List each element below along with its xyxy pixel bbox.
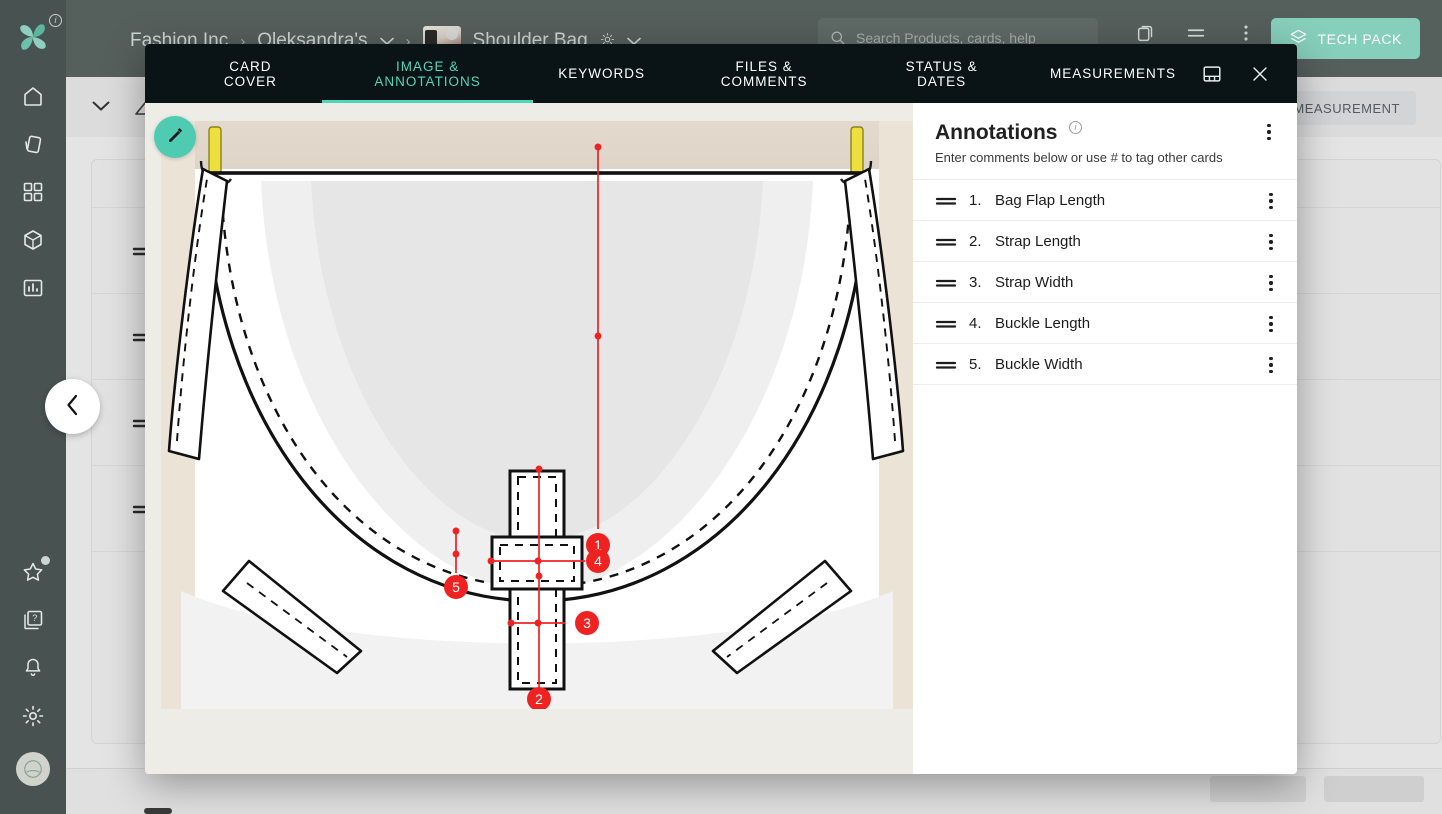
list-icon[interactable] bbox=[1185, 22, 1207, 44]
drag-handle-icon[interactable] bbox=[935, 358, 957, 370]
annotations-menu-button[interactable] bbox=[1259, 121, 1279, 143]
sidebar-item-cards[interactable] bbox=[21, 132, 45, 156]
drag-handle-icon[interactable] bbox=[935, 235, 957, 247]
svg-text:3: 3 bbox=[583, 615, 591, 631]
close-icon[interactable] bbox=[1249, 63, 1271, 85]
tab-keywords[interactable]: KEYWORDS bbox=[533, 44, 670, 103]
modal-body: 1 2 3 4 5 Annotations i Enter comments b… bbox=[145, 103, 1297, 774]
tab-measurements[interactable]: MEASUREMENTS bbox=[1025, 44, 1201, 103]
sidebar-item-products[interactable] bbox=[21, 228, 45, 252]
bottom-indicator bbox=[144, 808, 172, 814]
annotation-menu-button[interactable] bbox=[1261, 354, 1281, 376]
duplicate-icon[interactable] bbox=[1135, 22, 1157, 44]
chevron-left-icon bbox=[65, 394, 80, 419]
sidebar-item-reports[interactable] bbox=[21, 276, 45, 300]
bottom-action-left[interactable] bbox=[1210, 776, 1306, 802]
tab-status-dates[interactable]: STATUS & DATES bbox=[858, 44, 1025, 103]
edit-image-button[interactable] bbox=[154, 116, 196, 158]
bag-technical-sketch: 1 2 3 4 5 bbox=[161, 121, 913, 709]
annotations-title: Annotations bbox=[935, 121, 1058, 144]
sidebar-item-boards[interactable] bbox=[21, 180, 45, 204]
annotation-label: Buckle Length bbox=[995, 314, 1091, 332]
annotation-label: Bag Flap Length bbox=[995, 191, 1106, 209]
sidebar-item-settings[interactable] bbox=[21, 704, 45, 728]
annotation-number: 1. bbox=[969, 191, 982, 209]
annotation-row-4[interactable]: 4. Buckle Length bbox=[913, 303, 1297, 344]
favorites-badge bbox=[41, 556, 50, 565]
annotations-pane: Annotations i Enter comments below or us… bbox=[913, 103, 1297, 774]
image-pane: 1 2 3 4 5 bbox=[145, 103, 913, 774]
drag-handle-icon[interactable] bbox=[935, 194, 957, 206]
avatar[interactable] bbox=[16, 752, 50, 786]
annotation-row-5[interactable]: 5. Buckle Width bbox=[913, 344, 1297, 385]
annotation-label: Strap Width bbox=[995, 273, 1074, 291]
annotation-menu-button[interactable] bbox=[1261, 231, 1281, 253]
annotation-marker-3: 3 bbox=[575, 611, 599, 635]
sidebar-item-help[interactable]: ? bbox=[21, 608, 45, 632]
annotation-number: 2. bbox=[969, 232, 982, 250]
info-icon[interactable]: i bbox=[49, 14, 62, 27]
image-annotations-modal: CARD COVER IMAGE & ANNOTATIONS KEYWORDS … bbox=[145, 44, 1297, 774]
annotation-menu-button[interactable] bbox=[1261, 190, 1281, 212]
tab-card-cover[interactable]: CARD COVER bbox=[179, 44, 322, 103]
annotation-row-1[interactable]: 1. Bag Flap Length bbox=[913, 180, 1297, 221]
tab-image-annotations[interactable]: IMAGE & ANNOTATIONS bbox=[321, 44, 534, 103]
svg-text:?: ? bbox=[32, 613, 37, 623]
annotation-marker-5: 5 bbox=[444, 575, 468, 599]
measurement-button[interactable]: MEASUREMENT bbox=[1277, 91, 1416, 125]
annotations-header: Annotations i Enter comments below or us… bbox=[913, 103, 1297, 180]
layout-icon[interactable] bbox=[1201, 63, 1223, 85]
annotated-image[interactable]: 1 2 3 4 5 bbox=[161, 121, 913, 709]
annotation-row-3[interactable]: 3. Strap Width bbox=[913, 262, 1297, 303]
svg-text:4: 4 bbox=[594, 553, 602, 569]
annotation-row-2[interactable]: 2. Strap Length bbox=[913, 221, 1297, 262]
info-icon[interactable]: i bbox=[1068, 121, 1082, 134]
annotation-number: 4. bbox=[969, 314, 982, 332]
drag-handle-icon[interactable] bbox=[935, 317, 957, 329]
bottom-action-right[interactable] bbox=[1324, 776, 1424, 802]
svg-text:2: 2 bbox=[535, 691, 543, 707]
modal-tab-bar: CARD COVER IMAGE & ANNOTATIONS KEYWORDS … bbox=[145, 44, 1297, 103]
annotation-label: Strap Length bbox=[995, 232, 1081, 250]
annotations-subtitle: Enter comments below or use # to tag oth… bbox=[935, 150, 1223, 165]
tab-files-comments[interactable]: FILES & COMMENTS bbox=[670, 44, 858, 103]
top-bar-icons bbox=[1135, 22, 1257, 44]
collapse-sidebar-button[interactable] bbox=[45, 379, 100, 434]
annotation-menu-button[interactable] bbox=[1261, 272, 1281, 294]
drag-handle-icon[interactable] bbox=[935, 276, 957, 288]
annotation-marker-4: 4 bbox=[586, 549, 610, 573]
modal-actions bbox=[1201, 44, 1297, 103]
annotation-number: 5. bbox=[969, 355, 982, 373]
sidebar-item-home[interactable] bbox=[21, 84, 45, 108]
tech-pack-label: TECH PACK bbox=[1317, 30, 1402, 47]
bottom-bar bbox=[66, 768, 1442, 814]
annotation-label: Buckle Width bbox=[995, 355, 1083, 373]
flower-logo-icon[interactable]: i bbox=[16, 14, 62, 54]
annotation-menu-button[interactable] bbox=[1261, 313, 1281, 335]
annotation-number: 3. bbox=[969, 273, 982, 291]
sidebar-item-notifications[interactable] bbox=[21, 656, 45, 680]
more-vertical-icon[interactable] bbox=[1235, 22, 1257, 44]
pencil-icon bbox=[166, 126, 185, 148]
chevron-down-icon[interactable] bbox=[92, 99, 110, 116]
sidebar-item-favorites[interactable] bbox=[21, 556, 50, 584]
svg-text:5: 5 bbox=[452, 579, 460, 595]
